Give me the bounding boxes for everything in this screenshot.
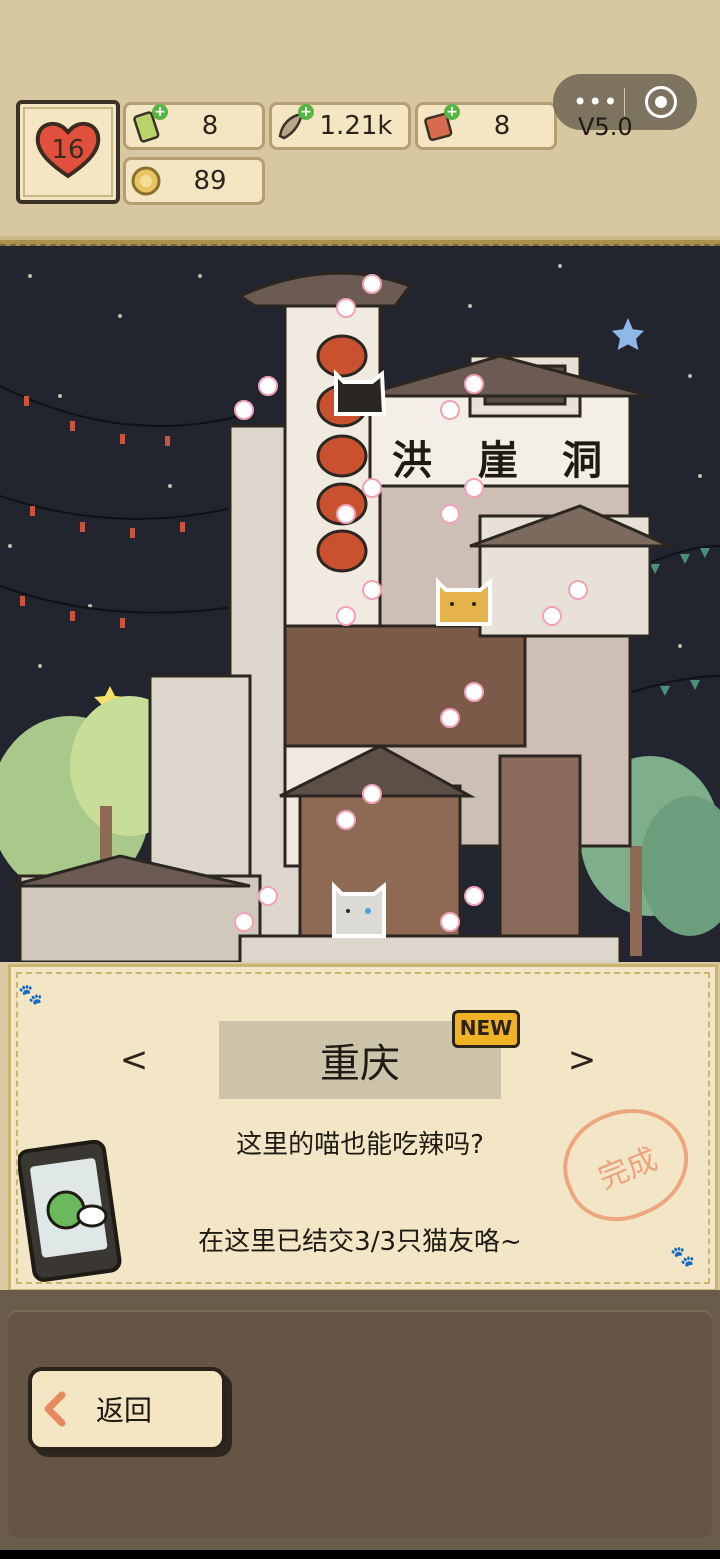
fish-value: 1.21k [319, 111, 393, 141]
new-badge: NEW [452, 1010, 520, 1048]
add-icon[interactable]: + [298, 104, 314, 120]
cans-value: 8 [493, 111, 511, 141]
cat-food-bag-icon: + [128, 104, 168, 144]
dried-fish-icon: + [274, 104, 314, 144]
next-city-button[interactable]: > [562, 1040, 602, 1080]
sign-char: 洪 [392, 438, 432, 484]
back-button[interactable]: 返回 [28, 1367, 226, 1451]
add-icon[interactable]: + [444, 104, 460, 120]
black-cat-icon[interactable] [334, 369, 387, 416]
chevron-left-icon [44, 1391, 66, 1427]
sign-char: 洞 [562, 438, 602, 484]
add-icon[interactable]: + [152, 104, 168, 120]
cans-counter[interactable]: + 8 [415, 102, 557, 150]
can-icon: + [420, 104, 460, 144]
coins-value: 89 [193, 166, 227, 196]
hongyadong-illustration: 洪 崖 洞 [0, 264, 720, 962]
version-label: V5.0 [578, 113, 633, 141]
coin-icon [128, 163, 164, 199]
more-dots-icon[interactable]: ••• [573, 88, 618, 116]
cat-food-counter[interactable]: + 8 [123, 102, 265, 150]
back-button-label: 返回 [96, 1394, 153, 1427]
cat-food-value: 8 [201, 111, 219, 141]
capsule-divider [624, 88, 625, 116]
phone-chat-icon [16, 1139, 128, 1289]
hearts-value: 16 [51, 135, 85, 165]
paw-icon: 🐾 [18, 982, 43, 1006]
coins-counter[interactable]: 89 [123, 157, 265, 205]
screen-bottom-edge [0, 1550, 720, 1559]
prev-city-button[interactable]: < [114, 1040, 154, 1080]
fish-counter[interactable]: + 1.21k [269, 102, 411, 150]
gray-cat-icon[interactable] [332, 881, 386, 938]
hearts-counter[interactable]: 16 [16, 100, 120, 204]
stamp-text: 完成 [593, 1141, 663, 1197]
city-scene: 洪 崖 洞 [0, 246, 720, 962]
sign-char: 崖 [478, 438, 518, 484]
target-icon[interactable] [645, 86, 677, 118]
orange-cat-icon[interactable] [436, 577, 492, 626]
